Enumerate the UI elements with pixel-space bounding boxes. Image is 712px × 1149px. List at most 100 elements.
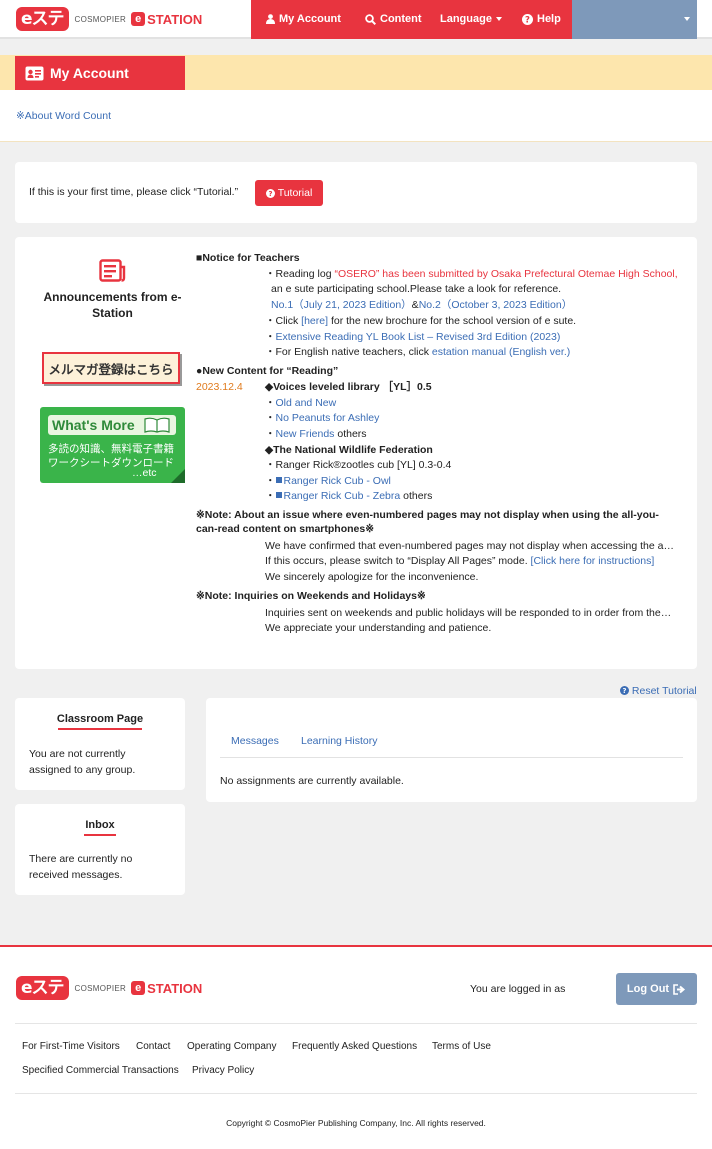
voices-heading: ◆Voices leveled library ［YL］0.5 bbox=[265, 381, 432, 393]
note2-heading: ※Note: Inquiries on Weekends and Holiday… bbox=[196, 590, 426, 602]
tutorial-button-label: Tutorial bbox=[277, 187, 313, 199]
logo-e-mark: e bbox=[131, 981, 146, 995]
logo-este-mark: eステ bbox=[16, 7, 69, 31]
classroom-title[interactable]: Classroom Page bbox=[15, 713, 185, 730]
whats-more-title: What's More bbox=[48, 415, 176, 435]
announcements-title-line2: Station bbox=[92, 306, 133, 320]
assignments-empty-message: No assignments are currently available. bbox=[220, 775, 404, 787]
news-icon bbox=[99, 259, 126, 282]
announcements-title: Announcements from e- Station bbox=[30, 289, 195, 321]
list-item: ・Old and New bbox=[265, 396, 336, 412]
logo-este-mark: eステ bbox=[16, 976, 69, 1000]
ranger-item-link[interactable]: Ranger Rick Cub - Owl bbox=[284, 475, 391, 487]
page-title: My Account bbox=[15, 56, 185, 90]
book-icon bbox=[144, 417, 170, 433]
inbox-title[interactable]: Inbox bbox=[15, 819, 185, 836]
reset-tutorial-link[interactable]: ? Reset Tutorial bbox=[620, 685, 697, 697]
tutorial-prompt: If this is your first time, please click… bbox=[29, 186, 239, 198]
note2-body2: We appreciate your understanding and pat… bbox=[265, 622, 492, 634]
new-content-date: 2023.12.4 bbox=[196, 381, 243, 393]
others-text: others bbox=[334, 428, 367, 440]
reset-tutorial-label: Reset Tutorial bbox=[631, 685, 697, 697]
top-header: eステ COSMOPIER e STATION My Account Conte… bbox=[0, 0, 712, 39]
manual-prefix: ・For English native teachers, click bbox=[265, 346, 432, 358]
footer-link[interactable]: Operating Company bbox=[187, 1041, 277, 1052]
ranger-rick-line: ・Ranger Rick®zootles cub [YL] 0.3-0.4 bbox=[265, 459, 452, 471]
tab-divider bbox=[220, 757, 683, 758]
bullet-dot: ・ bbox=[265, 331, 276, 343]
tab-messages[interactable]: Messages bbox=[231, 735, 279, 747]
note1-body2-text: If this occurs, please switch to “Displa… bbox=[265, 555, 531, 567]
square-bullet-icon bbox=[275, 477, 282, 483]
site-logo[interactable]: eステ COSMOPIER e STATION bbox=[16, 7, 202, 31]
square-bullet-icon bbox=[275, 492, 282, 498]
yl-book-list-line: ・Extensive Reading YL Book List – Revise… bbox=[265, 330, 560, 346]
title-underline bbox=[58, 728, 142, 730]
yl-book-list-link[interactable]: Extensive Reading YL Book List – Revised… bbox=[276, 331, 561, 343]
reading-log-highlight: “OSERO” has been submitted by Osaka Pref… bbox=[334, 268, 678, 280]
inbox-message-line2: received messages. bbox=[29, 869, 123, 881]
footer-divider bbox=[15, 1093, 697, 1094]
voices-item-link[interactable]: No Peanuts for Ashley bbox=[276, 412, 380, 424]
brochure-line: ・Click [here] for the new brochure for t… bbox=[265, 314, 576, 330]
about-word-count-link[interactable]: ※About Word Count bbox=[16, 110, 111, 122]
tab-learning-history[interactable]: Learning History bbox=[301, 735, 377, 747]
voices-item-link[interactable]: New Friends bbox=[276, 428, 335, 440]
voices-item-link[interactable]: Old and New bbox=[276, 397, 337, 409]
ranger-item-link[interactable]: Ranger Rick Cub - Zebra bbox=[284, 490, 401, 502]
footer-logo[interactable]: eステ COSMOPIER e STATION bbox=[16, 976, 202, 1000]
brochure-link[interactable]: [here] bbox=[301, 315, 328, 327]
note1-body2: If this occurs, please switch to “Displa… bbox=[265, 554, 654, 570]
footer-link[interactable]: For First-Time Visitors bbox=[22, 1041, 120, 1052]
whats-more-banner[interactable]: What's More 多読の知識、無料電子書籍 ワークシートダウンロード …e… bbox=[40, 407, 185, 483]
title-underline bbox=[84, 834, 116, 836]
osero-no1-link[interactable]: No.1（July 21, 2023 Edition） bbox=[271, 299, 412, 311]
copyright: Copyright © CosmoPier Publishing Company… bbox=[226, 1118, 486, 1128]
user-menu-dropdown[interactable] bbox=[572, 0, 697, 39]
logout-button-label: Log Out bbox=[626, 983, 670, 995]
footer-link[interactable]: Frequently Asked Questions bbox=[292, 1041, 417, 1052]
nav-content[interactable]: Content bbox=[365, 13, 422, 25]
question-circle-icon: ? bbox=[265, 188, 275, 198]
footer-link[interactable]: Privacy Policy bbox=[192, 1065, 254, 1076]
logo-station: STATION bbox=[147, 11, 203, 27]
question-circle-icon: ? bbox=[522, 13, 533, 25]
caret-down-icon bbox=[684, 17, 690, 21]
note1-heading-line2: can-read content on smartphones※ bbox=[196, 523, 374, 535]
amp-text: & bbox=[411, 299, 419, 311]
nav-help-label: Help bbox=[537, 13, 561, 25]
note1-body1: We have confirmed that even-numbered pag… bbox=[265, 540, 674, 552]
reading-log-prefix: ・Reading log bbox=[265, 268, 335, 280]
nav-help[interactable]: ? Help bbox=[522, 13, 561, 25]
bullet-dot: ・ bbox=[265, 397, 276, 409]
announcements-title-line1: Announcements from e- bbox=[43, 290, 182, 304]
manual-line: ・For English native teachers, click esta… bbox=[265, 345, 570, 361]
osero-no2-link[interactable]: No.2（October 3, 2023 Edition） bbox=[419, 299, 573, 311]
svg-text:?: ? bbox=[525, 15, 530, 24]
classroom-title-text: Classroom Page bbox=[56, 713, 144, 725]
logo-publisher: COSMOPIER bbox=[74, 14, 127, 24]
logged-in-status: You are logged in as bbox=[470, 983, 566, 995]
instructions-link[interactable]: [Click here for instructions] bbox=[531, 555, 655, 567]
footer-link[interactable]: Contact bbox=[136, 1041, 170, 1052]
inbox-title-text: Inbox bbox=[85, 819, 115, 831]
whats-more-line3: …etc bbox=[132, 467, 157, 479]
footer-divider bbox=[15, 1023, 697, 1024]
manual-link[interactable]: estation manual (English ver.) bbox=[432, 346, 570, 358]
list-item: ・No Peanuts for Ashley bbox=[265, 411, 379, 427]
nav-my-account[interactable]: My Account bbox=[266, 13, 341, 25]
classroom-message-line1: You are not currently bbox=[29, 748, 126, 760]
tutorial-button[interactable]: ? Tutorial bbox=[255, 180, 323, 206]
logo-publisher: COSMOPIER bbox=[74, 983, 127, 993]
page-fold-decoration bbox=[171, 469, 185, 483]
id-card-icon bbox=[25, 66, 44, 80]
whats-more-line1: 多読の知識、無料電子書籍 bbox=[48, 443, 174, 455]
nav-my-account-label: My Account bbox=[279, 13, 341, 25]
footer-link[interactable]: Specified Commercial Transactions bbox=[22, 1065, 179, 1076]
logout-button[interactable]: Log Out bbox=[616, 973, 697, 1005]
footer-link[interactable]: Terms of Use bbox=[432, 1041, 491, 1052]
inbox-message-line1: There are currently no bbox=[29, 853, 133, 865]
newsletter-signup-banner[interactable]: メルマガ登録はこちら bbox=[42, 352, 180, 384]
nav-language-dropdown[interactable]: Language bbox=[440, 13, 502, 25]
reading-log-cont: an e sute participating school.Please ta… bbox=[271, 283, 562, 295]
